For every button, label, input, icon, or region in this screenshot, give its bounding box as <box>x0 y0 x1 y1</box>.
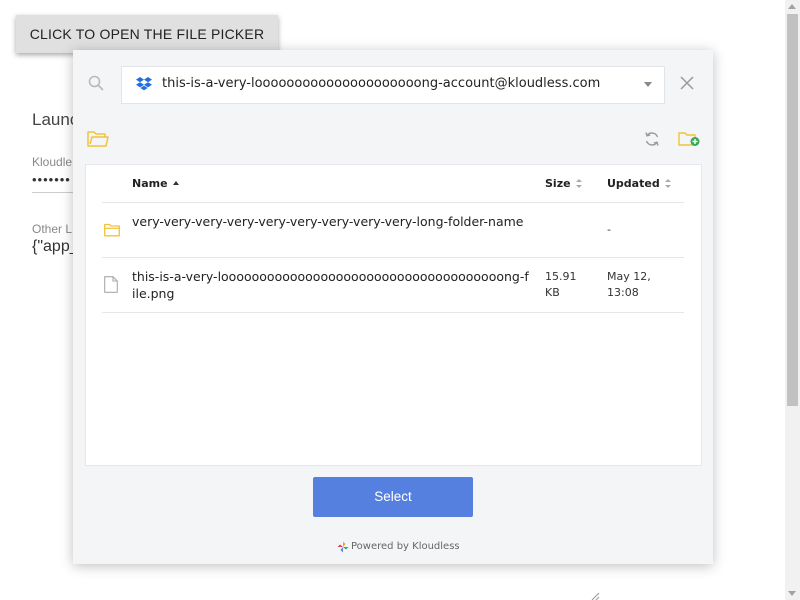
table-row[interactable]: this-is-a-very-loooooooooooooooooooooooo… <box>102 258 684 312</box>
folder-up-icon[interactable] <box>87 130 109 148</box>
account-selector[interactable]: this-is-a-very-looooooooooooooooooooong-… <box>121 66 665 104</box>
chevron-down-icon[interactable] <box>644 82 652 87</box>
file-list-panel: Name Size Updated very-very-very-very-ve… <box>85 164 702 466</box>
file-picker-modal: this-is-a-very-looooooooooooooooooooong-… <box>73 50 713 564</box>
password-field[interactable]: ••••••• <box>32 172 71 187</box>
row-divider <box>102 312 684 313</box>
folder-icon <box>104 223 120 237</box>
resize-handle-icon[interactable] <box>590 592 600 600</box>
column-header-updated-label: Updated <box>607 177 660 190</box>
scroll-down-arrow-icon[interactable] <box>788 591 796 596</box>
other-label: Other L <box>32 222 73 236</box>
column-header-size[interactable]: Size <box>545 177 582 190</box>
scrollbar-thumb[interactable] <box>787 14 798 406</box>
sort-icon <box>575 179 582 188</box>
page-scrollbar[interactable] <box>785 0 800 600</box>
sort-icon <box>664 179 671 188</box>
row-size: 15.91 KB <box>545 270 577 299</box>
page-heading: Launc <box>32 110 79 129</box>
file-icon <box>104 276 118 293</box>
row-updated: - <box>607 223 611 236</box>
field-label: Kloudle <box>32 155 73 169</box>
open-file-picker-button[interactable]: CLICK TO OPEN THE FILE PICKER <box>16 15 278 53</box>
column-header-name-label: Name <box>132 177 168 190</box>
column-header-size-label: Size <box>545 177 571 190</box>
close-icon[interactable] <box>679 75 695 91</box>
row-name: this-is-a-very-loooooooooooooooooooooooo… <box>132 269 529 301</box>
row-updated: May 12, 13:08 <box>607 270 651 299</box>
new-folder-icon[interactable] <box>678 131 700 147</box>
dropbox-icon <box>136 77 152 91</box>
refresh-icon[interactable] <box>644 131 660 147</box>
row-name: very-very-very-very-very-very-very-very-… <box>132 214 524 229</box>
column-header-updated[interactable]: Updated <box>607 177 671 190</box>
account-email: this-is-a-very-looooooooooooooooooooong-… <box>162 76 601 91</box>
powered-by-text: Powered by Kloudless <box>351 541 460 552</box>
sort-ascending-icon <box>172 181 179 185</box>
search-icon[interactable] <box>88 75 104 91</box>
scroll-up-arrow-icon[interactable] <box>788 4 796 9</box>
options-textarea[interactable]: {"app_ <box>32 238 79 256</box>
kloudless-logo-icon <box>337 541 349 553</box>
table-row[interactable]: very-very-very-very-very-very-very-very-… <box>102 203 684 257</box>
column-header-name[interactable]: Name <box>132 177 179 190</box>
select-button[interactable]: Select <box>313 477 473 517</box>
